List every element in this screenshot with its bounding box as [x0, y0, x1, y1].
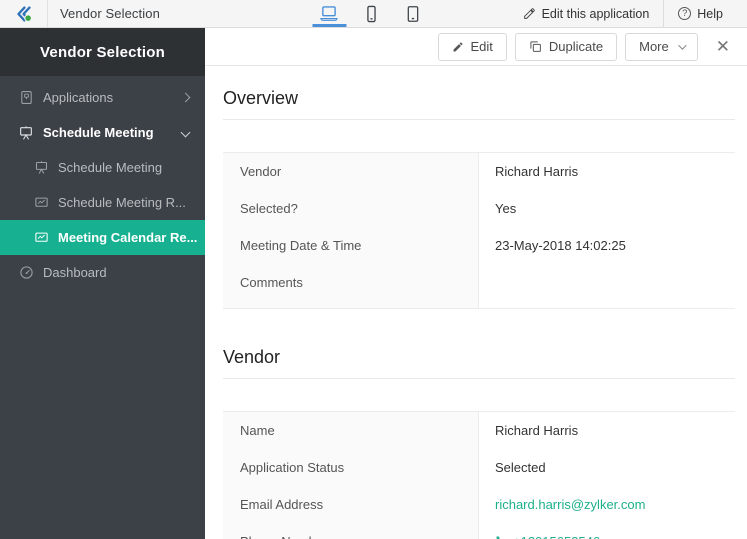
overview-table: Vendor Richard Harris Selected? Yes Meet… [223, 152, 735, 309]
email-link[interactable]: richard.harris@zylker.com [479, 486, 735, 523]
field-label: Comments [223, 264, 479, 308]
duplicate-button-label: Duplicate [548, 39, 604, 54]
smartphone-icon [366, 5, 376, 22]
field-label: Vendor [223, 153, 479, 190]
sidebar-item-label: Meeting Calendar Re... [58, 230, 198, 245]
section-divider [223, 119, 735, 120]
record-content: Overview Vendor Richard Harris Selected?… [205, 66, 747, 539]
sidebar-item-schedule-meeting-group[interactable]: Schedule Meeting [0, 115, 205, 150]
section-divider [223, 378, 735, 379]
field-label: Selected? [223, 190, 479, 227]
field-value: 23-May-2018 14:02:25 [495, 238, 626, 253]
tablet-icon [407, 5, 419, 22]
sidebar-item-label: Schedule Meeting [58, 160, 163, 175]
applications-icon [18, 90, 34, 106]
edit-button[interactable]: Edit [437, 32, 507, 61]
help-button[interactable]: ? Help [664, 0, 737, 27]
sidebar-item-meeting-calendar-report[interactable]: Meeting Calendar Re... [0, 220, 205, 255]
vendor-section-title: Vendor [223, 347, 281, 367]
phone-link[interactable]: +12015653546 [479, 523, 735, 539]
table-row: Phone Number +12015653546 [223, 523, 735, 539]
form-icon [18, 125, 34, 141]
phone-number-text: +12015653546 [513, 534, 600, 539]
topbar-right: Edit this application ? Help [509, 0, 747, 28]
creator-logo-icon [16, 5, 32, 22]
field-label: Meeting Date & Time [223, 227, 479, 264]
help-icon: ? [678, 7, 692, 20]
overview-section-title: Overview [223, 88, 299, 108]
field-value: Selected [495, 460, 546, 475]
dashboard-icon [18, 265, 34, 281]
sidebar-item-label: Applications [43, 90, 114, 105]
sidebar-app-title: Vendor Selection [0, 28, 205, 76]
table-row: Selected? Yes [223, 190, 735, 227]
more-button[interactable]: More [625, 32, 698, 61]
phone-view-button[interactable] [350, 0, 392, 27]
app-window: Vendor Selection Edit this application ?… [0, 0, 747, 539]
sidebar-item-schedule-meeting-report[interactable]: Schedule Meeting R... [0, 185, 205, 220]
report-icon [33, 195, 49, 211]
field-label: Phone Number [223, 523, 479, 539]
top-bar: Vendor Selection Edit this application ?… [0, 0, 747, 28]
table-row: Vendor Richard Harris [223, 153, 735, 190]
close-record-icon[interactable]: ✕ [712, 35, 734, 59]
sidebar-item-applications[interactable]: Applications [0, 80, 205, 115]
field-value [479, 264, 735, 308]
edit-this-application-button[interactable]: Edit this application [509, 0, 664, 27]
field-value: Richard Harris [495, 164, 579, 179]
field-value: Richard Harris [495, 423, 579, 438]
edit-button-label: Edit [470, 39, 493, 54]
help-label: Help [697, 6, 723, 21]
sidebar-item-dashboard[interactable]: Dashboard [0, 255, 205, 290]
phone-icon [496, 536, 500, 539]
desktop-view-button[interactable] [308, 0, 350, 27]
sidebar-item-schedule-meeting-form[interactable]: Schedule Meeting [0, 150, 205, 185]
edit-this-application-label: Edit this application [541, 6, 650, 21]
chevron-right-icon [180, 92, 191, 103]
table-row: Application Status Selected [223, 449, 735, 486]
tablet-view-button[interactable] [392, 0, 434, 27]
more-button-label: More [639, 39, 669, 54]
report-icon [33, 230, 49, 246]
device-preview-switch [308, 0, 434, 27]
creator-logo[interactable] [0, 0, 48, 27]
record-toolbar: Edit Duplicate More ✕ [205, 28, 747, 66]
sidebar-item-label: Dashboard [43, 265, 107, 280]
table-row: Email Address richard.harris@zylker.com [223, 486, 735, 523]
sidebar-item-label: Schedule Meeting [43, 125, 154, 140]
app-title: Vendor Selection [60, 6, 160, 21]
pencil-icon [453, 42, 463, 51]
chevron-down-icon [180, 127, 191, 138]
sidebar: Vendor Selection Applications Schedule M… [0, 28, 205, 539]
duplicate-icon [530, 41, 541, 52]
table-row: Name Richard Harris [223, 412, 735, 449]
field-label: Name [223, 412, 479, 449]
field-label: Email Address [223, 486, 479, 523]
duplicate-button[interactable]: Duplicate [514, 32, 618, 61]
laptop-icon [320, 6, 338, 21]
field-label: Application Status [223, 449, 479, 486]
table-row: Comments [223, 264, 735, 308]
sidebar-item-label: Schedule Meeting R... [58, 195, 186, 210]
chevron-down-icon [677, 40, 687, 50]
form-icon [33, 160, 49, 176]
record-detail-panel: Edit Duplicate More ✕ Overview Vendor Ri… [205, 28, 747, 539]
vendor-table: Name Richard Harris Application Status S… [223, 411, 735, 539]
field-value: Yes [495, 201, 517, 216]
sidebar-nav: Applications Schedule Meeting Schedule M… [0, 76, 205, 290]
pencil-icon [523, 8, 535, 19]
table-row: Meeting Date & Time 23-May-2018 14:02:25 [223, 227, 735, 264]
